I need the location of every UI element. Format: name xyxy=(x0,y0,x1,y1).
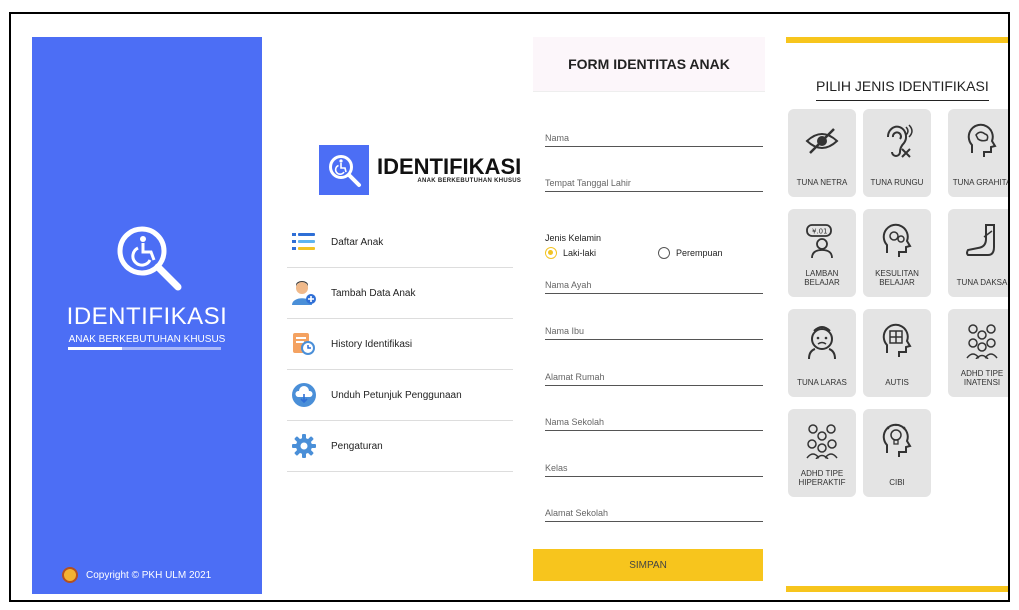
tile-label: KESULITAN BELAJAR xyxy=(875,269,919,287)
form-header: FORM IDENTITAS ANAK xyxy=(533,37,765,92)
svg-text:¥.01: ¥.01 xyxy=(812,228,828,236)
emotional-face-icon xyxy=(802,321,842,361)
menu-item-daftar-anak[interactable]: Daftar Anak xyxy=(287,217,513,268)
slow-learner-icon: ¥.01 xyxy=(802,221,842,261)
radio-label: Perempuan xyxy=(676,248,723,258)
deaf-ear-icon xyxy=(877,121,917,161)
tile-label: TUNA DAKSA xyxy=(956,278,1008,287)
tile-tuna-laras[interactable]: TUNA LARAS xyxy=(788,309,856,397)
form-identitas-screen: FORM IDENTITAS ANAK Nama Tempat Tanggal … xyxy=(533,37,765,594)
add-user-icon xyxy=(291,280,317,306)
tile-label: ADHD TIPE INATENSI xyxy=(960,369,1004,387)
kelas-field[interactable]: Kelas xyxy=(545,459,763,477)
nama-field[interactable]: Nama xyxy=(545,129,763,147)
form-title: FORM IDENTITAS ANAK xyxy=(568,56,730,72)
field-placeholder: Nama Sekolah xyxy=(545,417,605,427)
group-active-icon xyxy=(802,421,842,461)
tile-adhd-hiperaktif[interactable]: ADHD TIPE HIPERAKTIF xyxy=(788,409,856,497)
bottom-accent-bar xyxy=(786,586,1008,592)
field-placeholder: Nama xyxy=(545,133,570,143)
university-seal-icon xyxy=(62,567,78,583)
group-thinking-icon xyxy=(962,321,1002,361)
gender-label: Jenis Kelamin xyxy=(545,233,602,243)
menu-item-pengaturan[interactable]: Pengaturan xyxy=(287,421,513,472)
copyright: Copyright © PKH ULM 2021 xyxy=(62,567,211,583)
top-accent-bar xyxy=(786,37,1008,43)
brand-logo-icon xyxy=(319,145,369,195)
field-placeholder: Alamat Sekolah xyxy=(545,508,609,518)
head-gears-icon xyxy=(877,221,917,261)
menu-item-tambah-data[interactable]: Tambah Data Anak xyxy=(287,268,513,319)
tile-label: TUNA GRAHITA xyxy=(952,178,1010,187)
radio-selected-icon xyxy=(545,247,557,259)
gender-radio-laki-laki[interactable]: Laki-laki xyxy=(545,247,596,259)
main-menu-screen: IDENTIFIKASI ANAK BERKEBUTUHAN KHUSUS Da… xyxy=(273,37,523,594)
copyright-text: Copyright © PKH ULM 2021 xyxy=(86,569,212,581)
field-placeholder: Nama Ayah xyxy=(545,280,592,290)
eye-slash-icon xyxy=(802,121,842,161)
leg-icon xyxy=(962,221,1002,261)
splash-title: IDENTIFIKASI xyxy=(66,303,228,330)
splash-screen: IDENTIFIKASI ANAK BERKEBUTUHAN KHUSUS Co… xyxy=(32,37,262,594)
head-brain-icon xyxy=(962,121,1002,161)
tile-label: LAMBAN BELAJAR xyxy=(804,269,840,287)
wheelchair-search-icon xyxy=(117,226,182,291)
field-placeholder: Kelas xyxy=(545,463,568,473)
tile-cibi[interactable]: CIBI xyxy=(863,409,931,497)
tile-kesulitan-belajar[interactable]: KESULITAN BELAJAR xyxy=(863,209,931,297)
radio-label: Laki-laki xyxy=(563,248,597,258)
pilih-jenis-screen: PILIH JENIS IDENTIFIKASI TUNA NETRA TUNA… xyxy=(786,37,1010,594)
menu-item-label: Pengaturan xyxy=(331,440,383,452)
tile-tuna-netra[interactable]: TUNA NETRA xyxy=(788,109,856,197)
menu-item-unduh-petunjuk[interactable]: Unduh Petunjuk Penggunaan xyxy=(287,370,513,421)
tile-lamban-belajar[interactable]: ¥.01 LAMBAN BELAJAR xyxy=(788,209,856,297)
nama-sekolah-field[interactable]: Nama Sekolah xyxy=(545,413,763,431)
list-icon xyxy=(291,229,317,255)
brand-title: IDENTIFIKASI xyxy=(377,154,522,179)
menu-item-label: Unduh Petunjuk Penggunaan xyxy=(331,389,462,401)
lightbulb-head-icon xyxy=(877,421,917,461)
cloud-download-icon xyxy=(291,382,317,408)
nama-ayah-field[interactable]: Nama Ayah xyxy=(545,276,763,294)
tile-tuna-rungu[interactable]: TUNA RUNGU xyxy=(863,109,931,197)
gear-icon xyxy=(291,433,317,459)
alamat-rumah-field[interactable]: Alamat Rumah xyxy=(545,368,763,386)
field-placeholder: Tempat Tanggal Lahir xyxy=(545,178,631,188)
menu-item-history[interactable]: History Identifikasi xyxy=(287,319,513,370)
menu-list: Daftar Anak Tambah Data Anak History Ide… xyxy=(287,217,513,472)
tile-autis[interactable]: AUTIS xyxy=(863,309,931,397)
nama-ibu-field[interactable]: Nama Ibu xyxy=(545,322,763,340)
tile-label: TUNA NETRA xyxy=(796,178,848,187)
puzzle-head-icon xyxy=(877,321,917,361)
history-icon xyxy=(291,331,317,357)
pick-title: PILIH JENIS IDENTIFIKASI xyxy=(816,78,989,101)
ttl-field[interactable]: Tempat Tanggal Lahir xyxy=(545,174,763,192)
tile-label: ADHD TIPE HIPERAKTIF xyxy=(798,469,846,487)
tile-label: TUNA RUNGU xyxy=(870,178,924,187)
alamat-sekolah-field[interactable]: Alamat Sekolah xyxy=(545,504,763,522)
tile-label: AUTIS xyxy=(885,378,909,387)
tile-tuna-daksa[interactable]: TUNA DAKSA xyxy=(948,209,1008,297)
tile-tuna-grahita[interactable]: TUNA GRAHITA xyxy=(948,109,1010,197)
app-brand: IDENTIFIKASI ANAK BERKEBUTUHAN KHUSUS xyxy=(319,145,521,195)
splash-subtitle: ANAK BERKEBUTUHAN KHUSUS xyxy=(68,334,226,345)
radio-unselected-icon xyxy=(658,247,670,259)
menu-item-label: History Identifikasi xyxy=(331,338,413,350)
menu-item-label: Daftar Anak xyxy=(331,236,384,248)
save-button[interactable]: SIMPAN xyxy=(533,549,763,581)
tile-adhd-inatensi[interactable]: ADHD TIPE INATENSI xyxy=(948,309,1008,397)
field-placeholder: Alamat Rumah xyxy=(545,372,605,382)
loading-progress-bar xyxy=(68,347,221,350)
field-placeholder: Nama Ibu xyxy=(545,326,585,336)
screenshot-frame: IDENTIFIKASI ANAK BERKEBUTUHAN KHUSUS Co… xyxy=(9,12,1010,602)
tile-label: TUNA LARAS xyxy=(797,378,847,387)
tile-label: CIBI xyxy=(889,478,905,487)
gender-radio-perempuan[interactable]: Perempuan xyxy=(658,247,723,259)
menu-item-label: Tambah Data Anak xyxy=(331,287,416,299)
